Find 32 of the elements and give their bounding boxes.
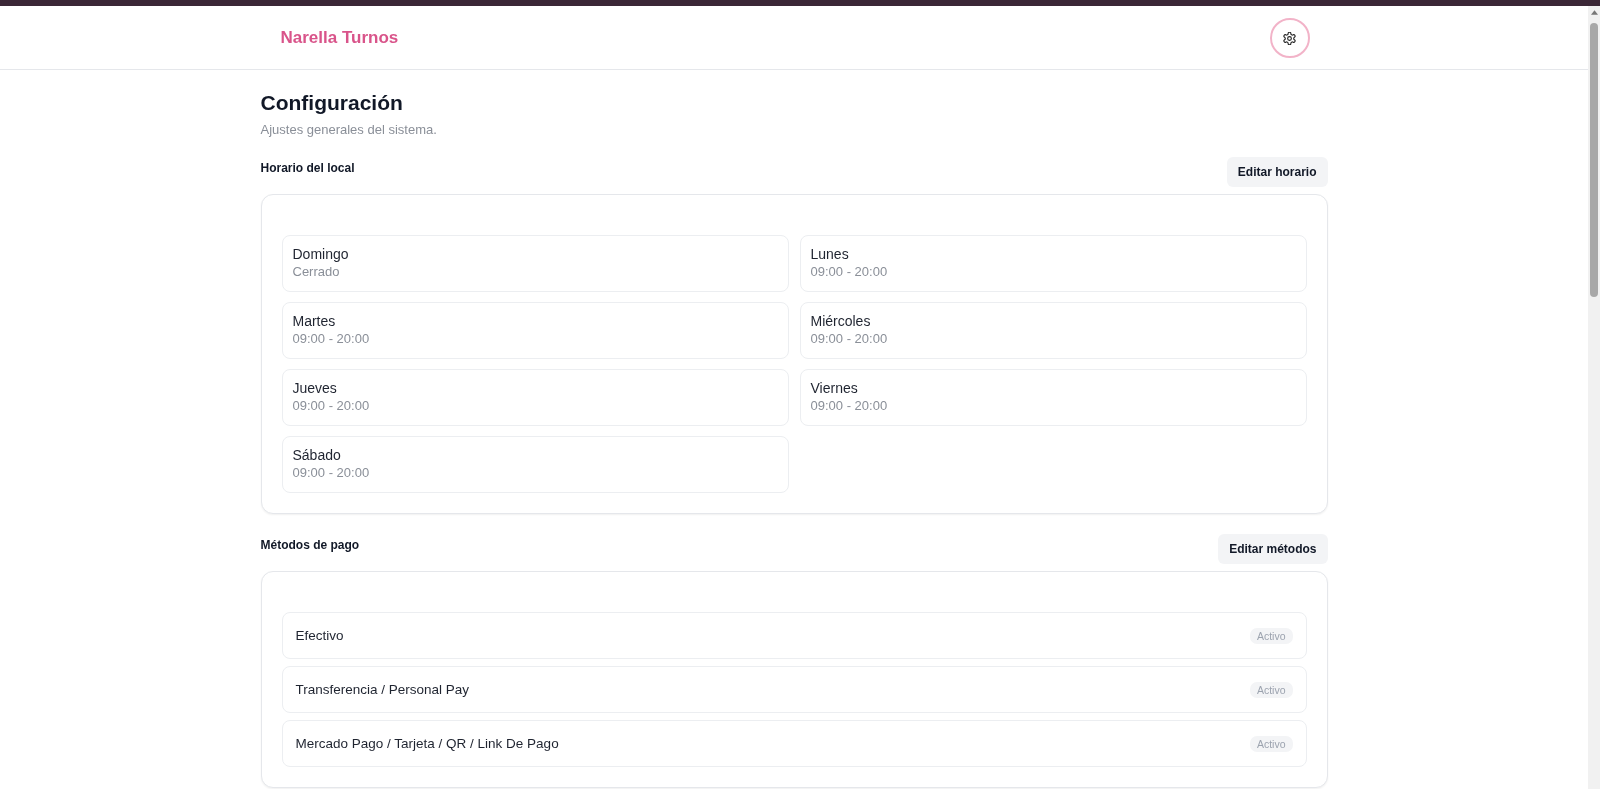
day-hours: 09:00 - 20:00 xyxy=(810,397,888,415)
section-title: Métodos de pago xyxy=(260,537,360,553)
edit-button[interactable]: Editar métodos xyxy=(1218,534,1328,564)
day-hours: 09:00 - 20:00 xyxy=(292,330,370,348)
day-name: Lunes xyxy=(810,245,849,263)
day-name: Martes xyxy=(292,312,336,330)
section-title: Horario del local xyxy=(260,160,355,176)
day-name: Miércoles xyxy=(810,312,871,330)
day-hours: 09:00 - 20:00 xyxy=(292,397,370,415)
page-subtitle: Ajustes generales del sistema. xyxy=(260,121,438,139)
method-name: Efectivo xyxy=(295,628,344,643)
status-badge: Activo xyxy=(1249,627,1293,644)
day-name: Sábado xyxy=(292,446,341,464)
method-name: Transferencia / Personal Pay xyxy=(295,682,470,697)
settings-icon xyxy=(1283,31,1296,45)
brand-name: Narella Turnos xyxy=(280,27,399,48)
status-badge: Activo xyxy=(1249,735,1293,752)
day-name: Viernes xyxy=(810,379,858,397)
day-hours: Cerrado xyxy=(292,263,340,281)
day-name: Jueves xyxy=(292,379,337,397)
day-hours: 09:00 - 20:00 xyxy=(810,263,888,281)
day-name: Domingo xyxy=(292,245,349,263)
day-hours: 09:00 - 20:00 xyxy=(292,464,370,482)
scrollbar-thumb[interactable] xyxy=(1590,23,1598,297)
edit-button[interactable]: Editar horario xyxy=(1226,157,1328,187)
scrollbar-track[interactable] xyxy=(1588,6,1600,789)
day-hours: 09:00 - 20:00 xyxy=(810,330,888,348)
scroll-up-arrow-icon[interactable] xyxy=(1590,10,1598,15)
method-name: Mercado Pago / Tarjeta / QR / Link De Pago xyxy=(295,736,559,751)
status-badge: Activo xyxy=(1249,681,1293,698)
settings-button[interactable] xyxy=(1269,18,1310,58)
page-title: Configuración xyxy=(260,90,404,116)
